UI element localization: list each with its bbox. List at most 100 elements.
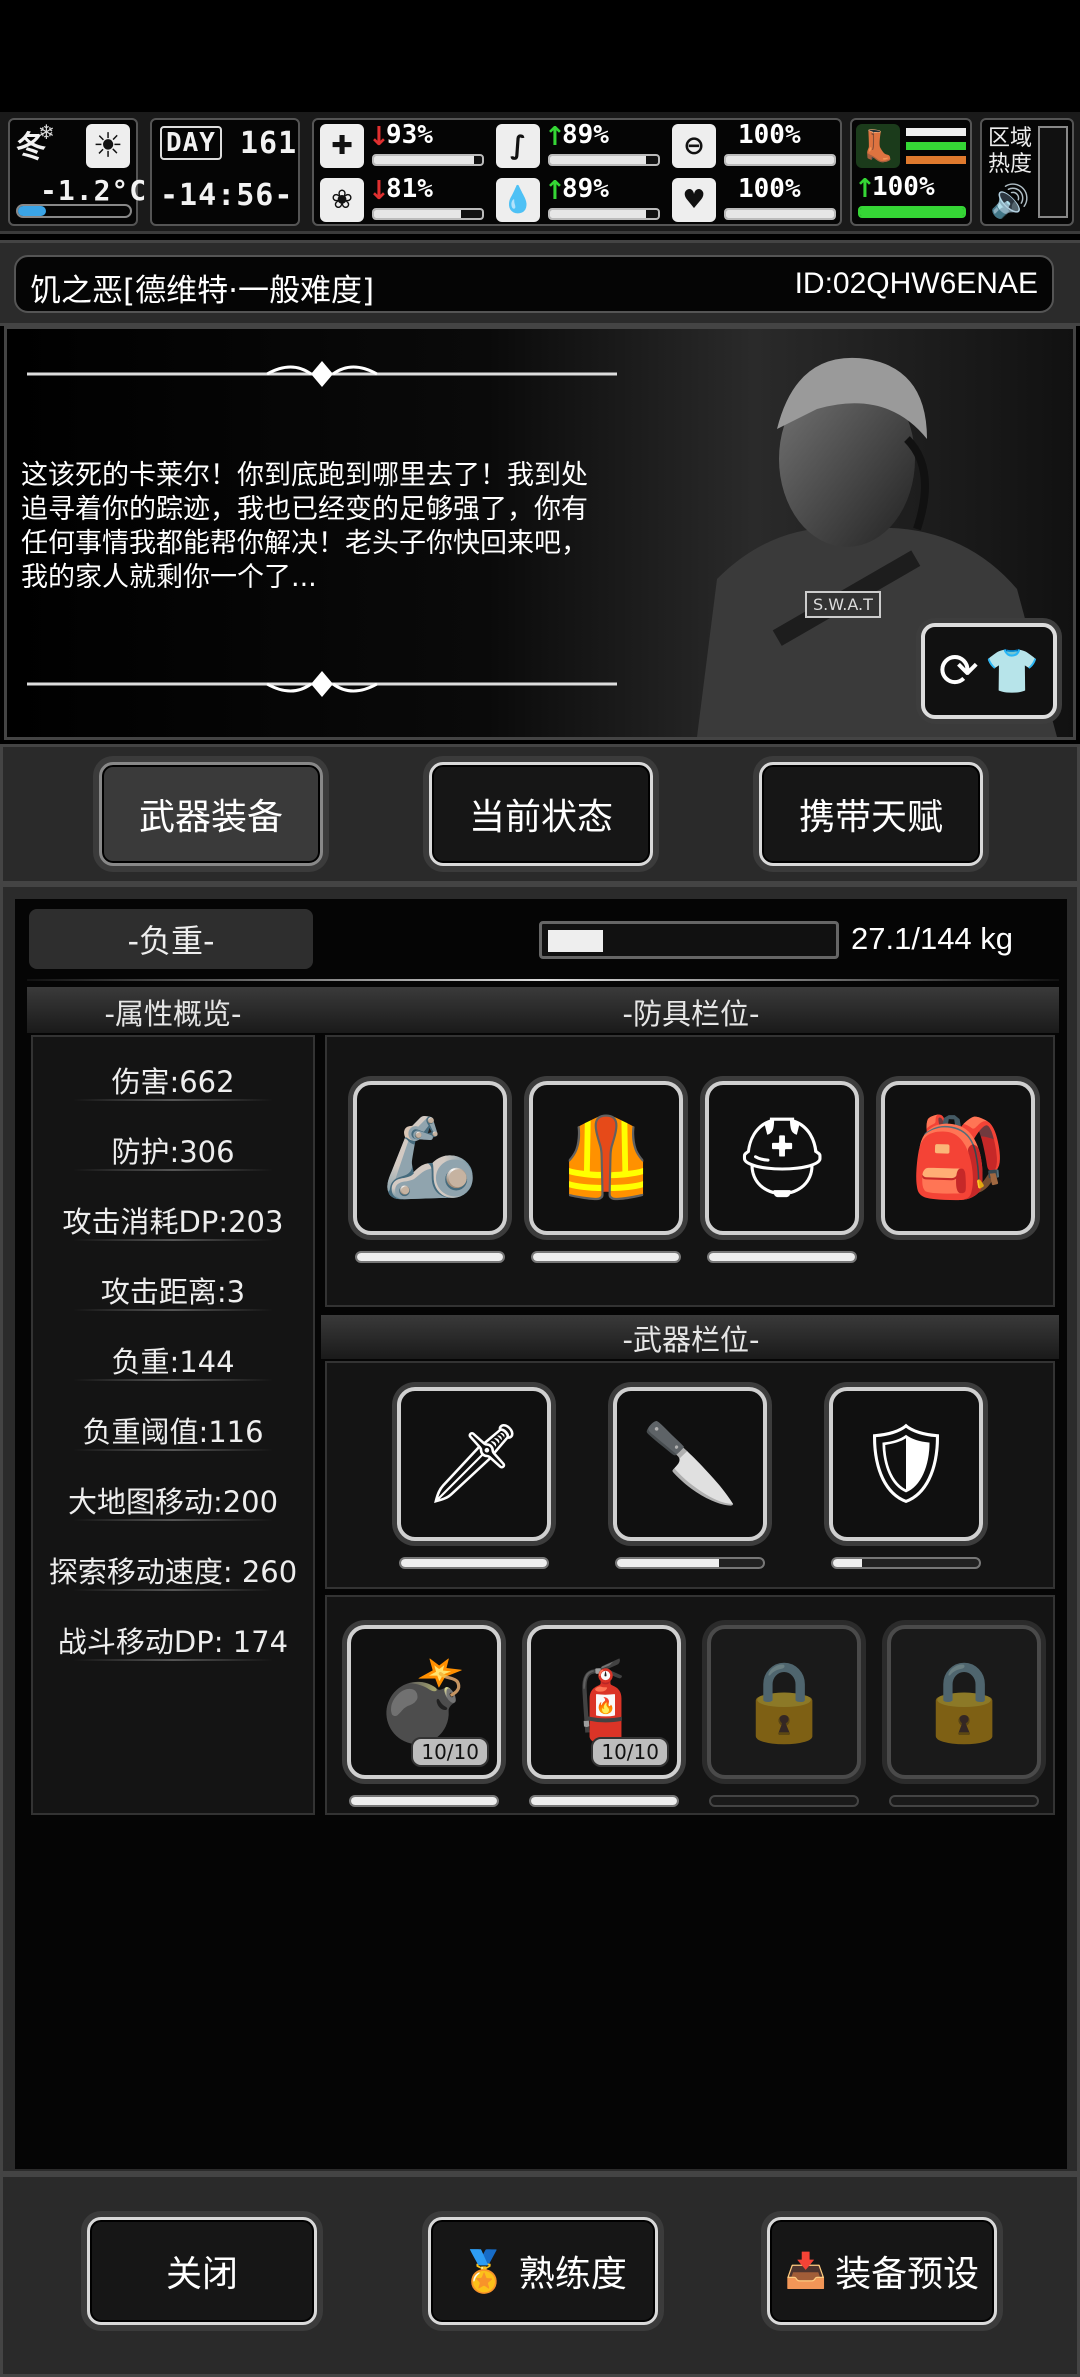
close-button[interactable]: 关闭: [87, 2217, 317, 2325]
tab-bar: 武器装备 当前状态 携带天赋: [0, 744, 1080, 884]
weapon-slots: 🗡 🔪 🛡: [325, 1361, 1055, 1589]
weight-label: -负重-: [29, 909, 313, 969]
move-value: 100%: [872, 172, 935, 202]
vitals-panel: ✚ ↓ 93% ❀ ↓ 81% ∫ ↑ 89% 💧 ↑ 89% ⊖ 100% ♥ 100%: [312, 118, 842, 226]
tab-label: 武器装备: [138, 797, 283, 838]
stripe: [906, 156, 966, 164]
katana-icon: 🗡: [424, 1418, 524, 1509]
divider: [73, 1659, 273, 1661]
durability-bar: [707, 1251, 857, 1263]
equipment-slot[interactable]: 🦾: [353, 1081, 507, 1235]
player-id: ID:02QHW6ENAE: [794, 267, 1038, 300]
divider: [73, 1449, 273, 1451]
clock-label: -14:56-: [160, 178, 294, 213]
preset-icon: 📥: [784, 2251, 828, 2291]
attribute-item: 负重阈值:116: [82, 1415, 264, 1449]
durability-bar: [399, 1557, 549, 1569]
armor-slots: 🦾 🦺 ⛑ 🎒: [325, 1035, 1055, 1307]
body-armor-icon: 🦺: [557, 1112, 655, 1203]
equipment-preset-button[interactable]: 📥 装备预设: [767, 2217, 997, 2325]
header-inner: 饥之恶[德维特·一般难度] ID:02QHW6ENAE: [14, 255, 1054, 313]
capsule-icon: ⊖: [672, 124, 716, 168]
lock-icon: 🔒: [915, 1656, 1013, 1747]
weather-panel: 冬 ❄ ☀ -1.2°C: [8, 118, 146, 226]
tab-current-status[interactable]: 当前状态: [429, 762, 653, 866]
brain-icon: ❀: [320, 178, 364, 222]
helmet-icon: ⛑: [732, 1112, 832, 1203]
stomach-icon: ∫: [496, 124, 540, 168]
thirst-bar: [548, 208, 660, 220]
attribute-item: 攻击距离:3: [100, 1275, 246, 1309]
divider: [27, 979, 1059, 981]
attribute-item: 探索移动速度: 260: [48, 1555, 298, 1589]
divider: [73, 1379, 273, 1381]
water-drop-icon: 💧: [496, 178, 540, 222]
sun-icon: ☀: [86, 124, 130, 168]
equipment-slot[interactable]: ⛑: [705, 1081, 859, 1235]
day-label: DAY: [160, 126, 222, 160]
close-label: 关闭: [165, 2254, 238, 2295]
tab-carried-talents[interactable]: 携带天赋: [759, 762, 983, 866]
footer-bar: 关闭 🏅 熟练度 📥 装备预设: [0, 2174, 1080, 2377]
game-title: 饥之恶[德维特·一般难度]: [30, 273, 375, 309]
durability-bar: [529, 1795, 679, 1807]
heart-icon: ♥: [672, 178, 716, 222]
durability-bar: [889, 1795, 1039, 1807]
grenade-icon: 💣: [375, 1656, 473, 1747]
armor-title: -防具栏位-: [622, 997, 760, 1031]
change-outfit-button[interactable]: ⟳ 👕: [921, 623, 1057, 719]
status-hud: 冬 ❄ ☀ -1.2°C DAY 161 -14:56- ✚ ↓ 93% ❀ ↓ 81% ∫…: [0, 112, 1080, 234]
equipment-slot[interactable]: 🎒: [881, 1081, 1035, 1235]
attributes-list: 伤害:662 防护:306 攻击消耗DP:203 攻击距离:3 负重:144 负重阈值:1…: [31, 1035, 315, 1815]
stamina-value: 100%: [738, 120, 801, 150]
tab-weapons-equipment[interactable]: 武器装备: [99, 762, 323, 866]
region-heat-label: 区域 热度: [988, 126, 1033, 177]
durability-bar: [531, 1251, 681, 1263]
arm-guards-icon: 🦾: [381, 1112, 479, 1203]
equipment-slot[interactable]: 🔪: [613, 1387, 767, 1541]
region-heat-panel[interactable]: 区域 热度 🔊: [980, 118, 1074, 226]
equipment-panel: -负重- 27.1/144 kg -属性概览- 伤害:662 防护:306 攻击消耗…: [0, 884, 1080, 2174]
divider: [73, 1099, 273, 1101]
day-panel: DAY 161 -14:56-: [150, 118, 300, 226]
locked-slot[interactable]: 🔒: [707, 1625, 861, 1779]
stamina-bar: [724, 154, 836, 166]
health-bar: [372, 154, 484, 166]
equipment-slot[interactable]: 🛡: [829, 1387, 983, 1541]
mood-value: 81%: [386, 174, 433, 204]
durability-bar: [349, 1795, 499, 1807]
temperature-gauge: [16, 204, 132, 218]
thirst-value: 89%: [562, 174, 609, 204]
health-value: 93%: [386, 120, 433, 150]
attribute-item: 战斗移动DP: 174: [57, 1625, 289, 1659]
snow-icon: ❄: [38, 120, 55, 144]
tab-label: 携带天赋: [798, 797, 943, 838]
temperature-label: -1.2°C: [40, 174, 148, 207]
equipment-slot[interactable]: 🦺: [529, 1081, 683, 1235]
proficiency-button[interactable]: 🏅 熟练度: [428, 2217, 658, 2325]
story-panel: 这该死的卡莱尔！你到底跑到哪里去了！我到处追寻着你的踪迹，我也已经变的足够强了，…: [4, 326, 1076, 740]
refresh-icon: ⟳: [938, 643, 979, 699]
preset-label: 装备预设: [835, 2254, 980, 2295]
equipment-slot[interactable]: 🧯 10/10: [527, 1625, 681, 1779]
backpack-icon: 🎒: [909, 1112, 1007, 1203]
divider: [73, 1519, 273, 1521]
locked-slot[interactable]: 🔒: [887, 1625, 1041, 1779]
attribute-item: 防护:306: [111, 1135, 235, 1169]
weight-bar: [539, 921, 839, 959]
ornament-bottom: [27, 671, 617, 697]
region-heat-gauge: [1038, 126, 1068, 218]
shirt-icon: 👕: [984, 646, 1040, 697]
hunger-bar: [548, 154, 660, 166]
weapons-title: -武器栏位-: [622, 1323, 760, 1357]
equipment-slot[interactable]: 💣 10/10: [347, 1625, 501, 1779]
divider: [73, 1239, 273, 1241]
weight-value: 27.1/144 kg: [851, 921, 1014, 956]
divider: [73, 1589, 273, 1591]
day-number: 161: [240, 126, 298, 161]
equipment-slot[interactable]: 🗡: [397, 1387, 551, 1541]
count-badge: 10/10: [411, 1737, 489, 1767]
count-badge: 10/10: [591, 1737, 669, 1767]
speaker-icon[interactable]: 🔊: [990, 182, 1030, 220]
durability-bar: [615, 1557, 765, 1569]
